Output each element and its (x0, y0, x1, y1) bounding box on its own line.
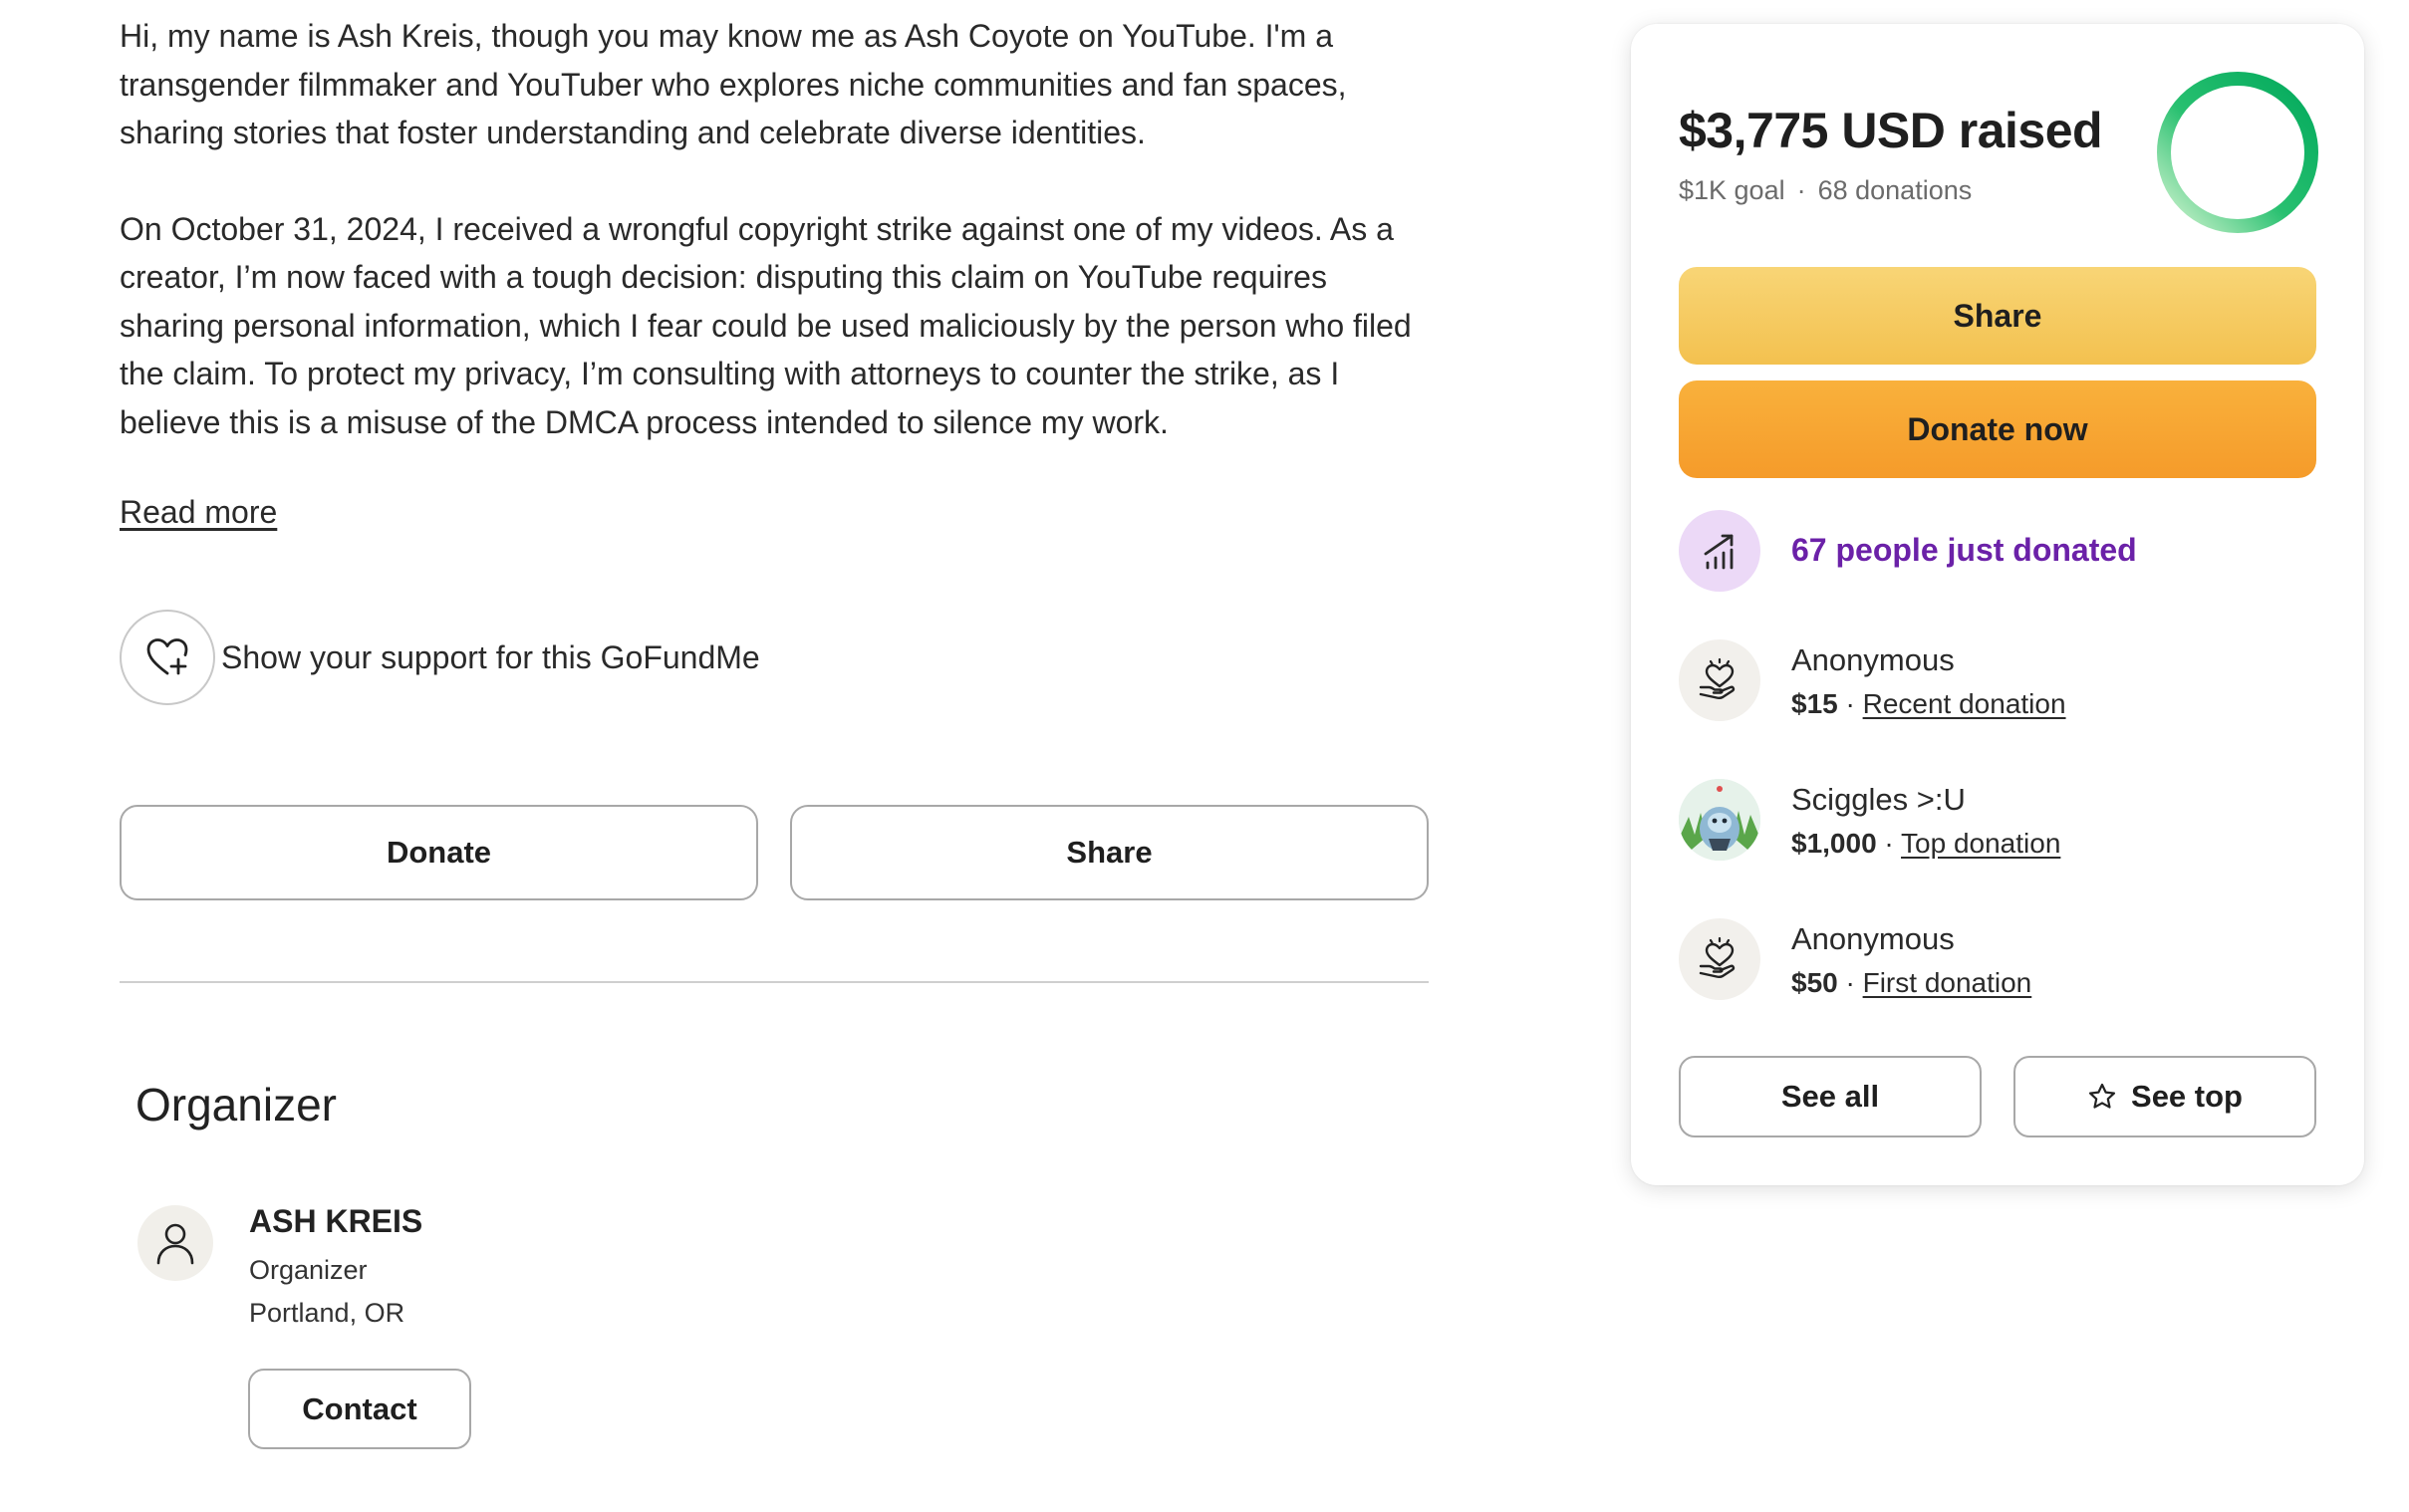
organizer-role: Organizer (249, 1255, 368, 1285)
meta-separator: · (1796, 175, 1806, 205)
donate-now-button[interactable]: Donate now (1679, 380, 2316, 478)
donation-amount: $1,000 (1791, 828, 1877, 859)
organizer-avatar (137, 1205, 213, 1281)
donation-detail: $15 · Recent donation (1791, 688, 2066, 720)
share-button[interactable]: Share (790, 805, 1429, 900)
support-label: Show your support for this GoFundMe (221, 638, 760, 675)
divider (120, 981, 1429, 983)
donor-name: Sciggles >:U (1791, 782, 1966, 817)
support-row[interactable]: Show your support for this GoFundMe (120, 610, 760, 705)
hand-heart-icon (1699, 936, 1736, 979)
read-more-link[interactable]: Read more (120, 494, 277, 531)
avatar-image (1679, 779, 1760, 861)
donation-detail: $1,000 · Top donation (1791, 828, 2060, 860)
donor-name: Anonymous (1791, 642, 1955, 677)
see-all-button[interactable]: See all (1679, 1056, 1982, 1137)
donor-avatar (1679, 639, 1760, 721)
star-icon (2088, 1083, 2116, 1109)
card-share-button[interactable]: Share (1679, 267, 2316, 365)
organizer-heading: Organizer (135, 1079, 337, 1131)
contact-button[interactable]: Contact (248, 1369, 471, 1449)
organizer-name: ASH KREIS (249, 1203, 423, 1239)
donor-avatar (1679, 779, 1760, 861)
donation-card: $3,775 USD raised $1K goal · 68 donations … (1631, 24, 2364, 1185)
donation-amount: $15 (1791, 688, 1838, 719)
donation-separator: · (1845, 688, 1855, 719)
person-icon (156, 1223, 194, 1265)
donation-detail: $50 · First donation (1791, 967, 2031, 999)
action-buttons: Donate Share (120, 805, 1429, 900)
goal-amount: $1K goal (1679, 175, 1785, 205)
story-paragraph: Hi, my name is Ash Kreis, though you may… (120, 18, 1347, 150)
donor-name: Anonymous (1791, 921, 1955, 956)
story-section: Hi, my name is Ash Kreis, though you may… (120, 12, 1431, 531)
amount-raised: $3,775 USD raised (1679, 103, 2103, 158)
donation-count: 68 donations (1817, 175, 1973, 205)
first-donation-link[interactable]: First donation (1863, 967, 2032, 998)
donation-amount: $50 (1791, 967, 1838, 998)
hand-heart-icon (1699, 657, 1736, 700)
heart-plus-icon (146, 638, 188, 675)
organizer-location: Portland, OR (249, 1298, 405, 1328)
trending-text: 67 people just donated (1791, 532, 2137, 568)
donation-separator: · (1845, 967, 1855, 998)
donate-button[interactable]: Donate (120, 805, 758, 900)
trending-badge (1679, 510, 1760, 592)
top-donation-link[interactable]: Top donation (1901, 828, 2060, 859)
progress-ring-fill (2157, 72, 2318, 233)
see-top-button[interactable]: See top (2013, 1056, 2316, 1137)
donor-avatar (1679, 918, 1760, 1000)
donation-separator: · (1884, 828, 1894, 859)
recent-donation-link[interactable]: Recent donation (1863, 688, 2066, 719)
see-all-label: See all (1780, 1079, 1880, 1114)
trending-up-icon (1704, 534, 1734, 570)
progress-ring (2157, 72, 2318, 233)
goal-meta: $1K goal · 68 donations (1679, 175, 1972, 206)
support-button[interactable] (120, 610, 215, 705)
story-paragraph: On October 31, 2024, I received a wrongf… (120, 210, 1412, 440)
card-bottom-buttons: See all See top (1679, 1056, 2316, 1137)
see-top-label: See top (2131, 1079, 2243, 1114)
